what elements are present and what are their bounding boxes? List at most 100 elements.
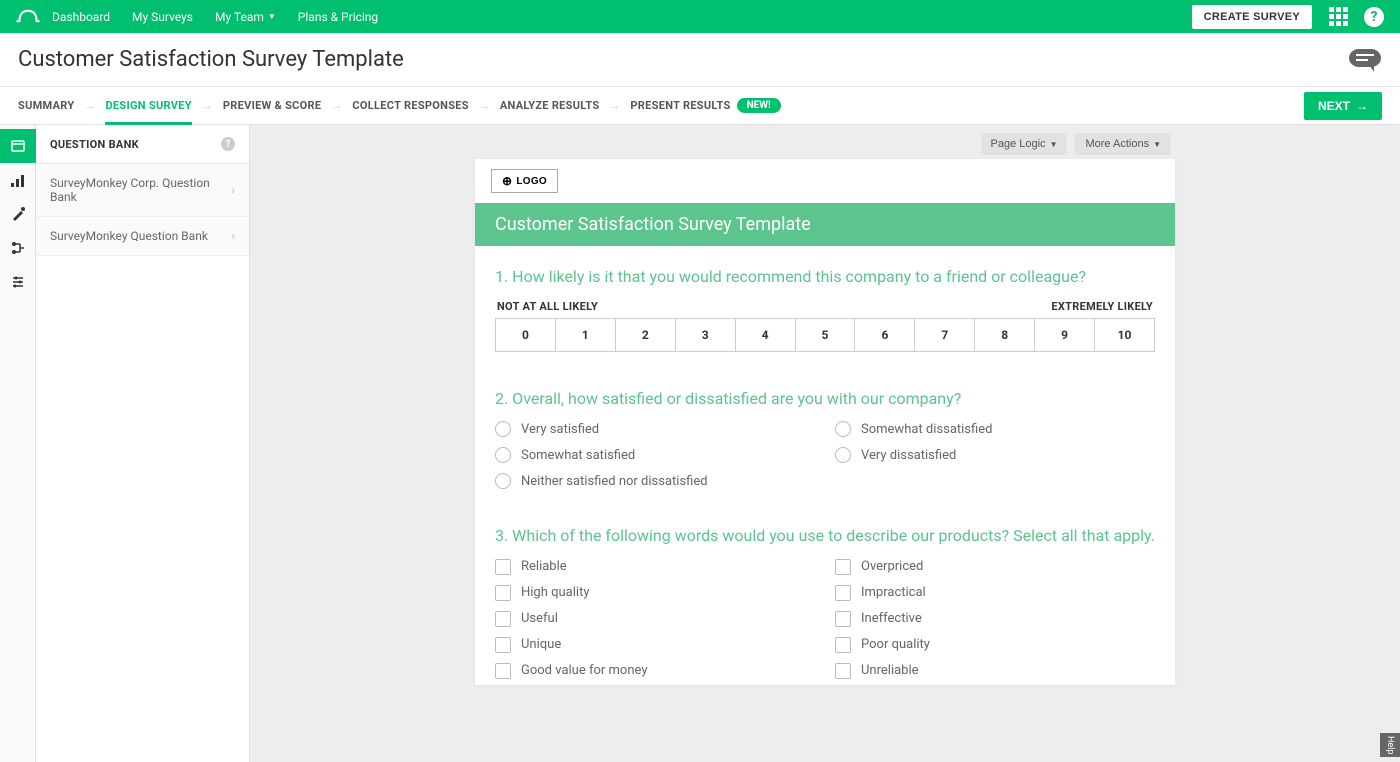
nav-my-team[interactable]: My Team ▼ <box>215 10 276 24</box>
option[interactable]: High quality <box>495 585 815 601</box>
option[interactable]: Unreliable <box>835 663 1155 679</box>
option[interactable]: Neither satisfied nor dissatisfied <box>495 473 815 489</box>
survey-title: Customer Satisfaction Survey Template <box>18 47 1348 72</box>
option-label: Neither satisfied nor dissatisfied <box>521 474 708 489</box>
question-2[interactable]: 2. Overall, how satisfied or dissatisfie… <box>475 358 1175 496</box>
sidebar-item-corp-bank[interactable]: SurveyMonkey Corp. Question Bank › <box>36 164 249 217</box>
option-label: Very dissatisfied <box>861 448 956 463</box>
nps-high-label: EXTREMELY LIKELY <box>1051 300 1153 313</box>
tab-summary[interactable]: SUMMARY <box>18 87 74 124</box>
radio-icon <box>495 447 511 463</box>
next-button[interactable]: NEXT → <box>1304 92 1382 120</box>
option-label: Useful <box>521 611 558 626</box>
question-text: 1. How likely is it that you would recom… <box>495 266 1155 288</box>
nps-cell-4[interactable]: 4 <box>736 319 796 351</box>
create-survey-button[interactable]: CREATE SURVEY <box>1192 5 1312 29</box>
nps-cell-6[interactable]: 6 <box>855 319 915 351</box>
arrow-right-icon: → <box>1356 99 1368 113</box>
question-1[interactable]: 1. How likely is it that you would recom… <box>475 246 1175 358</box>
checkbox-icon <box>835 585 851 601</box>
design-subnav: SUMMARY → DESIGN SURVEY → PREVIEW & SCOR… <box>0 87 1400 125</box>
nps-cell-7[interactable]: 7 <box>915 319 975 351</box>
option-label: Very satisfied <box>521 422 599 437</box>
chevron-right-icon: › <box>231 183 235 197</box>
brand-logo-icon[interactable] <box>16 9 40 25</box>
option[interactable]: Impractical <box>835 585 1155 601</box>
nps-cell-1[interactable]: 1 <box>556 319 616 351</box>
sidebar-header-label: QUESTION BANK <box>50 138 139 151</box>
chevron-right-icon: → <box>84 99 95 112</box>
more-actions-button[interactable]: More Actions ▼ <box>1075 133 1171 155</box>
help-icon[interactable]: ? <box>1364 7 1384 27</box>
builder-icon-rail <box>0 125 36 762</box>
rail-options-icon[interactable] <box>0 265 36 299</box>
page-title-bar[interactable]: Customer Satisfaction Survey Template <box>475 203 1175 246</box>
caret-down-icon: ▼ <box>268 12 276 21</box>
radio-icon <box>495 473 511 489</box>
checkbox-icon <box>495 559 511 575</box>
option[interactable]: Reliable <box>495 559 815 575</box>
sidebar-item-label: SurveyMonkey Corp. Question Bank <box>50 176 231 204</box>
tab-analyze-results[interactable]: ANALYZE RESULTS <box>500 87 600 124</box>
caret-down-icon: ▼ <box>1050 140 1058 149</box>
option-label: Poor quality <box>861 637 930 652</box>
survey-page: ⊕ LOGO Customer Satisfaction Survey Temp… <box>475 159 1175 685</box>
option[interactable]: Unique <box>495 637 815 653</box>
sidebar-item-sm-bank[interactable]: SurveyMonkey Question Bank › <box>36 217 249 256</box>
checkbox-icon <box>835 637 851 653</box>
tab-preview-score[interactable]: PREVIEW & SCORE <box>223 87 322 124</box>
apps-grid-icon[interactable] <box>1328 7 1348 27</box>
nps-cell-8[interactable]: 8 <box>975 319 1035 351</box>
checkbox-icon <box>495 585 511 601</box>
option[interactable]: Very dissatisfied <box>835 447 1155 463</box>
page-logic-label: Page Logic <box>991 138 1046 150</box>
tab-collect-responses[interactable]: COLLECT RESPONSES <box>352 87 468 124</box>
tab-present-results[interactable]: PRESENT RESULTS <box>630 87 730 124</box>
option[interactable]: Good value for money <box>495 663 815 679</box>
option-label: High quality <box>521 585 589 600</box>
page-toolbar: Page Logic ▼ More Actions ▼ <box>475 129 1175 159</box>
question-bank-sidebar: QUESTION BANK ? SurveyMonkey Corp. Quest… <box>36 125 250 762</box>
nav-my-surveys[interactable]: My Surveys <box>132 10 193 24</box>
nav-plans-pricing[interactable]: Plans & Pricing <box>298 10 378 24</box>
radio-icon <box>495 421 511 437</box>
option-label: Unreliable <box>861 663 919 678</box>
option[interactable]: Overpriced <box>835 559 1155 575</box>
rail-themes-icon[interactable] <box>0 197 36 231</box>
nps-cell-2[interactable]: 2 <box>616 319 676 351</box>
chevron-right-icon: → <box>202 99 213 112</box>
chevron-right-icon: → <box>609 99 620 112</box>
nps-cell-9[interactable]: 9 <box>1035 319 1095 351</box>
rail-question-bank-icon[interactable] <box>0 129 36 163</box>
option[interactable]: Somewhat dissatisfied <box>835 421 1155 437</box>
option-label: Impractical <box>861 585 926 600</box>
more-actions-label: More Actions <box>1085 138 1149 150</box>
page-logic-button[interactable]: Page Logic ▼ <box>981 133 1068 155</box>
add-logo-label: LOGO <box>516 176 547 187</box>
option[interactable]: Useful <box>495 611 815 627</box>
option[interactable]: Somewhat satisfied <box>495 447 815 463</box>
new-badge: NEW! <box>737 98 781 113</box>
rail-logic-icon[interactable] <box>0 231 36 265</box>
survey-canvas: Page Logic ▼ More Actions ▼ ⊕ LOGO Custo… <box>250 125 1400 762</box>
nps-cell-0[interactable]: 0 <box>496 319 556 351</box>
nav-dashboard[interactable]: Dashboard <box>52 10 110 24</box>
option-label: Good value for money <box>521 663 647 678</box>
option[interactable]: Very satisfied <box>495 421 815 437</box>
nps-cell-3[interactable]: 3 <box>676 319 736 351</box>
next-button-label: NEXT <box>1318 99 1350 113</box>
question-3[interactable]: 3. Which of the following words would yo… <box>475 495 1175 685</box>
option-label: Overpriced <box>861 559 923 574</box>
option[interactable]: Poor quality <box>835 637 1155 653</box>
nps-cell-5[interactable]: 5 <box>796 319 856 351</box>
rail-builder-icon[interactable] <box>0 163 36 197</box>
option[interactable]: Ineffective <box>835 611 1155 627</box>
chevron-right-icon: → <box>331 99 342 112</box>
comments-icon[interactable] <box>1348 48 1382 72</box>
nps-cell-10[interactable]: 10 <box>1095 319 1154 351</box>
nps-scale: 012345678910 <box>495 318 1155 352</box>
help-tab[interactable]: Help <box>1380 733 1400 757</box>
tab-design-survey[interactable]: DESIGN SURVEY <box>105 87 191 124</box>
add-logo-button[interactable]: ⊕ LOGO <box>491 169 558 193</box>
sidebar-help-icon[interactable]: ? <box>221 137 235 151</box>
